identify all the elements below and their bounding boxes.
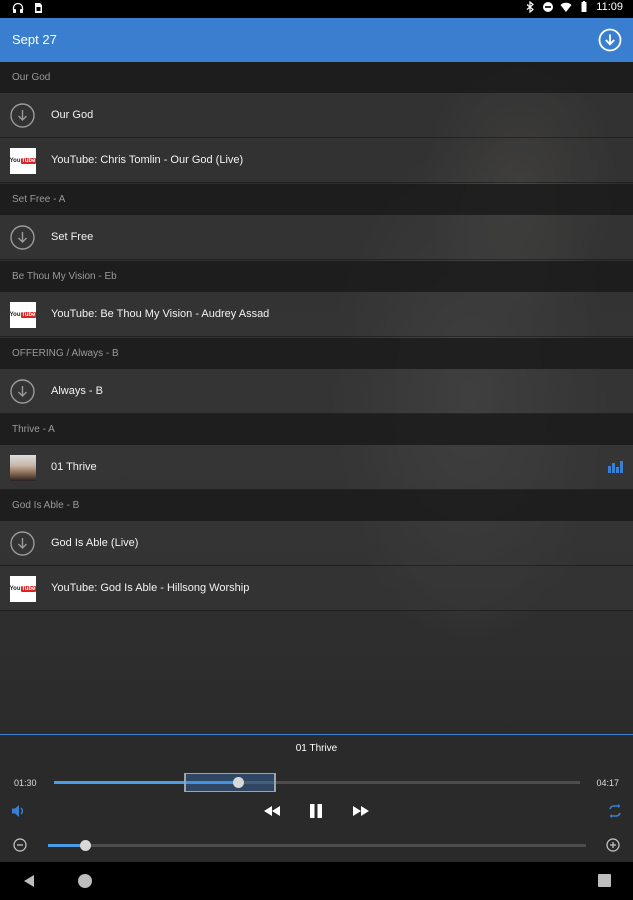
download-all-button[interactable] <box>598 28 622 52</box>
page-title: Sept 27 <box>12 32 57 47</box>
youtube-icon: You Tube <box>10 576 37 602</box>
volume-icon[interactable] <box>11 803 25 819</box>
download-circle-icon[interactable] <box>10 225 35 250</box>
battery-icon <box>581 1 587 12</box>
now-playing-equalizer-icon <box>608 461 624 473</box>
speed-slider[interactable] <box>48 840 586 851</box>
speed-slider-thumb[interactable] <box>80 840 92 851</box>
section-title: Our God <box>12 72 51 83</box>
list-item-label: Set Free <box>51 231 94 243</box>
home-icon[interactable] <box>78 874 92 888</box>
list-item-label: YouTube: Be Thou My Vision - Audrey Assa… <box>51 308 270 320</box>
zoom-out-icon[interactable] <box>13 838 27 852</box>
back-icon[interactable] <box>22 874 36 888</box>
album-art-thumbnail <box>10 455 36 481</box>
list-item-download[interactable]: Our God <box>0 93 633 138</box>
download-circle-icon[interactable] <box>10 379 35 404</box>
status-bar: 11:09 <box>0 0 633 18</box>
section-header: Our God <box>0 62 633 93</box>
status-time: 11:09 <box>596 1 623 13</box>
audio-player: 01 Thrive 01:30 04:17 <box>0 734 633 862</box>
list-item-youtube[interactable]: You Tube YouTube: Chris Tomlin - Our God … <box>0 138 633 183</box>
section-header: OFFERING / Always - B <box>0 338 633 369</box>
now-playing-title: 01 Thrive <box>295 743 338 754</box>
total-duration: 04:17 <box>596 778 619 788</box>
sim-card-icon <box>35 3 42 13</box>
list-item-youtube[interactable]: You Tube YouTube: God Is Able - Hillsong … <box>0 566 633 611</box>
download-circle-icon[interactable] <box>10 531 35 556</box>
section-header: Be Thou My Vision - Eb <box>0 261 633 292</box>
list-item-download[interactable]: God Is Able (Live) <box>0 521 633 566</box>
list-item-label: 01 Thrive <box>51 461 97 473</box>
section-title: OFFERING / Always - B <box>12 348 119 359</box>
rewind-icon[interactable] <box>263 803 281 819</box>
list-item-label: Our God <box>51 109 94 121</box>
fast-forward-icon[interactable] <box>352 803 370 819</box>
list-item-download[interactable]: Always - B <box>0 369 633 414</box>
list-item-label: Always - B <box>51 385 103 397</box>
seek-bar[interactable] <box>54 773 580 792</box>
section-title: Be Thou My Vision - Eb <box>12 271 117 282</box>
section-header: Set Free - A <box>0 184 633 215</box>
wifi-icon <box>560 2 572 12</box>
loop-region-handle[interactable] <box>183 773 277 792</box>
section-title: Set Free - A <box>12 194 66 205</box>
elapsed-time: 01:30 <box>14 778 37 788</box>
section-header: God Is Able - B <box>0 490 633 521</box>
system-nav-bar <box>0 862 633 900</box>
do-not-disturb-icon <box>543 2 554 12</box>
list-item-youtube[interactable]: You Tube YouTube: Be Thou My Vision - Aud… <box>0 292 633 337</box>
bluetooth-icon <box>526 1 535 13</box>
recents-icon[interactable] <box>598 874 611 887</box>
section-title: God Is Able - B <box>12 500 80 511</box>
repeat-icon[interactable] <box>607 803 623 819</box>
list-item-download[interactable]: Set Free <box>0 215 633 260</box>
set-list[interactable]: Our God Our God You Tube YouTube: Chris T… <box>0 62 633 734</box>
section-title: Thrive - A <box>12 424 55 435</box>
youtube-icon: You Tube <box>10 148 37 174</box>
list-item-label: God Is Able (Live) <box>51 537 139 549</box>
section-header: Thrive - A <box>0 414 633 445</box>
youtube-icon: You Tube <box>10 302 37 328</box>
list-item-track-playing[interactable]: 01 Thrive <box>0 445 633 490</box>
zoom-in-icon[interactable] <box>606 838 620 852</box>
headphones-icon <box>12 2 24 13</box>
pause-icon[interactable] <box>308 803 324 819</box>
list-item-label: YouTube: Chris Tomlin - Our God (Live) <box>51 154 244 166</box>
seek-thumb[interactable] <box>232 777 244 788</box>
app-bar: Sept 27 <box>0 18 633 62</box>
download-circle-icon[interactable] <box>10 103 35 128</box>
list-item-label: YouTube: God Is Able - Hillsong Worship <box>51 582 250 594</box>
